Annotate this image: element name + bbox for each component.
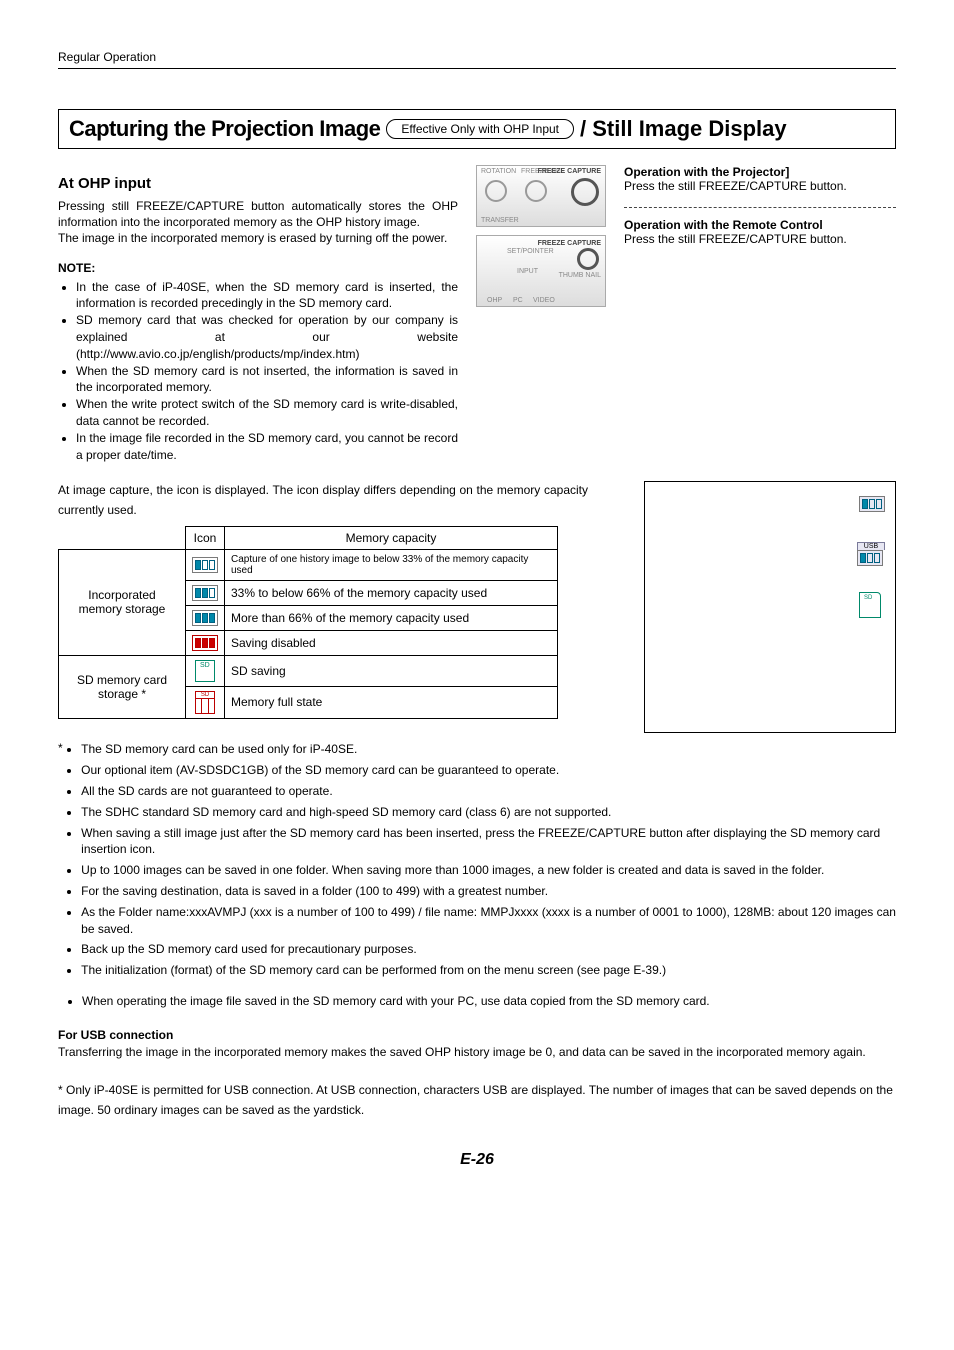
freeze-off-icon [525, 180, 547, 202]
table-row: Memory full state [225, 686, 558, 718]
capacity-table: Icon Memory capacity Incorporated memory… [58, 526, 558, 719]
usb-heading: For USB connection [58, 1028, 896, 1042]
title-bar: Capturing the Projection Image Effective… [58, 109, 896, 149]
table-row: Saving disabled [225, 630, 558, 655]
page-number: E-26 [58, 1151, 896, 1169]
capacity-icon [192, 557, 218, 573]
footer-bullet: When operating the image file saved in t… [82, 993, 896, 1010]
note-item: When the write protect switch of the SD … [76, 396, 458, 430]
note-item: In the image file recorded in the SD mem… [76, 430, 458, 464]
col-icon: Icon [186, 526, 225, 549]
usb-note: * Only iP-40SE is permitted for USB conn… [58, 1080, 896, 1121]
separator [624, 207, 896, 208]
ohp-paragraph-1: Pressing still FREEZE/CAPTURE button aut… [58, 198, 458, 230]
note-list: In the case of iP-40SE, when the SD memo… [58, 279, 458, 464]
table-row: More than 66% of the memory capacity use… [225, 605, 558, 630]
footer-bullet: For the saving destination, data is save… [81, 883, 896, 900]
capacity-icon [192, 635, 218, 651]
op-remote-text: Press the still FREEZE/CAPTURE button. [624, 232, 896, 246]
label-transfer: TRANSFER [481, 217, 519, 224]
running-header: Regular Operation [58, 50, 896, 69]
sd-full-icon: SD [195, 691, 215, 714]
capture-intro: At image capture, the icon is displayed.… [58, 481, 588, 519]
capacity-icon [192, 610, 218, 626]
label-set-pointer: SET/POINTER [507, 248, 554, 255]
footer-notes: * The SD memory card can be used only fo… [58, 741, 896, 1121]
footer-bullet: The initialization (format) of the SD me… [81, 962, 896, 979]
footer-bullet: The SD memory card can be used only for … [81, 741, 896, 758]
capacity-icon [192, 585, 218, 601]
label-video: VIDEO [533, 297, 555, 304]
sd-icon: SD [195, 660, 215, 682]
label-thumbnail: THUMB NAIL [559, 272, 601, 279]
table-row: Capture of one history image to below 33… [225, 549, 558, 580]
freeze-capture-icon [571, 178, 599, 206]
ohp-paragraph-2: The image in the incorporated memory is … [58, 230, 458, 246]
projector-diagram: ROTATION FREEZE OFF FREEZE CAPTURE TRANS… [476, 165, 606, 227]
label-freeze-capture: FREEZE CAPTURE [538, 168, 601, 175]
title-part1: Capturing the Projection Image [69, 116, 380, 142]
footer-bullet: Back up the SD memory card used for prec… [81, 941, 896, 958]
ohp-heading: At OHP input [58, 175, 458, 192]
label-pc: PC [513, 297, 523, 304]
footer-bullet: Up to 1000 images can be saved in one fo… [81, 862, 896, 879]
table-row: SD saving [225, 655, 558, 686]
op-projector-text: Press the still FREEZE/CAPTURE button. [624, 179, 896, 193]
sd-icon-preview [859, 592, 881, 618]
table-row: 33% to below 66% of the memory capacity … [225, 580, 558, 605]
footer-bullet: All the SD cards are not guaranteed to o… [81, 783, 896, 800]
note-item: SD memory card that was checked for oper… [76, 312, 458, 362]
title-badge: Effective Only with OHP Input [386, 119, 574, 139]
footer-bullet: When saving a still image just after the… [81, 825, 896, 859]
footer-bullet: Our optional item (AV-SDSDC1GB) of the S… [81, 762, 896, 779]
note-heading: NOTE: [58, 261, 458, 275]
rotate-icon [485, 180, 507, 202]
capacity-icon-preview [859, 496, 885, 512]
freeze-capture-icon-2 [577, 248, 599, 270]
footer-bullet: The SDHC standard SD memory card and hig… [81, 804, 896, 821]
label-input: INPUT [517, 268, 538, 275]
col-capacity: Memory capacity [225, 526, 558, 549]
rowgroup-sd: SD memory card storage * [59, 655, 186, 718]
footer-bullet: As the Folder name:xxxAVMPJ (xxx is a nu… [81, 904, 896, 938]
note-item: When the SD memory card is not inserted,… [76, 363, 458, 397]
rowgroup-incorporated: Incorporated memory storage [59, 549, 186, 655]
label-rotation: ROTATION [481, 168, 516, 175]
preview-box: USB [644, 481, 896, 733]
usb-paragraph: Transferring the image in the incorporat… [58, 1042, 896, 1062]
label-freeze-capture-2: FREEZE CAPTURE [538, 240, 601, 247]
usb-label: USB [857, 542, 885, 550]
usb-badge: USB [857, 542, 885, 566]
label-ohp: OHP [487, 297, 502, 304]
remote-diagram: SET/POINTER FREEZE CAPTURE INPUT THUMB N… [476, 235, 606, 307]
note-item: In the case of iP-40SE, when the SD memo… [76, 279, 458, 313]
op-projector-heading: Operation with the Projector] [624, 165, 896, 179]
title-part2: / Still Image Display [580, 116, 787, 142]
op-remote-heading: Operation with the Remote Control [624, 218, 896, 232]
